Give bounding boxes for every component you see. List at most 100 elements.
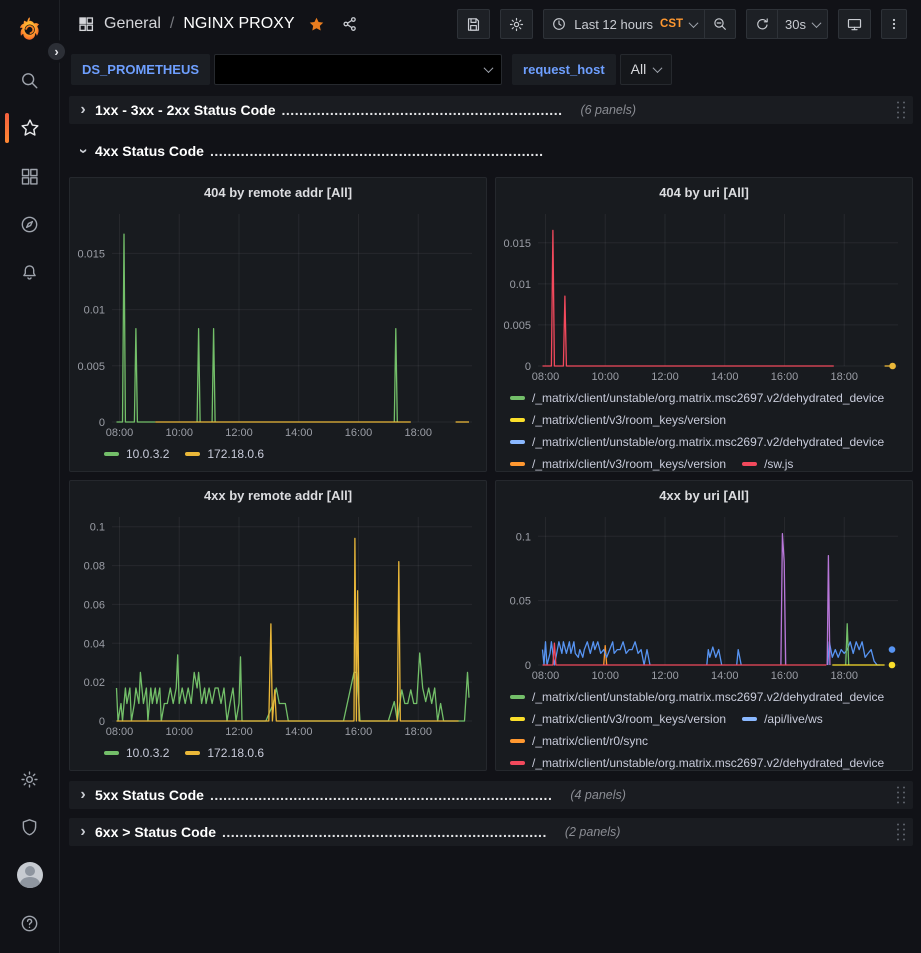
sidebar-item-explore[interactable] [0,200,59,248]
shield-icon [19,817,40,838]
refresh-button[interactable] [746,9,778,39]
svg-text:0: 0 [525,361,531,373]
svg-text:0: 0 [99,716,105,728]
dashboard-settings-button[interactable] [500,9,533,39]
panel-chart: 08:0010:0012:0014:0016:0018:0000.020.040… [70,509,486,740]
dashboard-body: › 1xx - 3xx - 2xx Status Code ..........… [61,96,921,953]
panel-legend: /_matrix/client/unstable/org.matrix.msc2… [496,385,912,471]
timeseries-chart[interactable]: 08:0010:0012:0014:0016:0018:0000.050.1 [496,509,912,684]
breadcrumb: General / NGINX PROXY [77,15,359,34]
svg-text:14:00: 14:00 [285,427,313,439]
more-options-button[interactable] [881,9,907,39]
legend-item[interactable]: 172.18.0.6 [185,742,264,764]
panel-4xx-by-uri: 4xx by uri [All] 08:0010:0012:0014:0016:… [495,480,913,771]
sidebar-item-alerting[interactable] [0,248,59,296]
row-dots: ........................................… [222,824,547,840]
row-6xx[interactable]: › 6xx > Status Code ....................… [69,818,913,846]
svg-text:0.005: 0.005 [503,320,531,332]
panel-chart: 08:0010:0012:0014:0016:0018:0000.0050.01… [496,206,912,385]
row-1xx-3xx-2xx[interactable]: › 1xx - 3xx - 2xx Status Code ..........… [69,96,913,124]
panel-title[interactable]: 404 by remote addr [All] [70,178,486,206]
svg-text:0: 0 [525,660,531,672]
refresh-interval-label: 30s [785,17,806,32]
row-drag-handle[interactable] [895,100,907,120]
sidebar-item-dashboards[interactable] [0,152,59,200]
sidebar-bottom [0,755,59,953]
svg-text:18:00: 18:00 [404,427,432,439]
sidebar-item-search[interactable] [0,56,59,104]
variable-value-text: All [631,61,647,77]
monitor-icon [846,16,863,33]
panel-legend: 10.0.3.2 172.18.0.6 [70,441,486,471]
dashboard-submenu: DS_PROMETHEUS request_host All [61,52,921,86]
row-drag-handle[interactable] [895,822,907,842]
legend-item[interactable]: 10.0.3.2 [104,742,169,764]
svg-text:0.005: 0.005 [77,361,105,373]
legend-item[interactable]: /_matrix/client/v3/room_keys/version [510,453,726,471]
sidebar-item-configuration[interactable] [0,755,59,803]
sidebar-item-help[interactable] [0,899,59,947]
refresh-interval-picker[interactable]: 30s [777,9,828,39]
legend-item[interactable]: /_matrix/client/unstable/org.matrix.msc2… [510,431,884,453]
legend-item[interactable]: /_matrix/client/r0/sync [510,730,648,752]
panel-404-by-remote-addr: 404 by remote addr [All] 08:0010:0012:00… [69,177,487,472]
timeseries-chart[interactable]: 08:0010:0012:0014:0016:0018:0000.020.040… [70,509,486,740]
svg-text:14:00: 14:00 [285,726,313,738]
star-icon [19,117,41,139]
svg-text:12:00: 12:00 [651,670,679,682]
timeseries-chart[interactable]: 08:0010:0012:0014:0016:0018:0000.0050.01… [496,206,912,385]
row-dots: ........................................… [210,143,544,159]
legend-item[interactable]: 172.18.0.6 [185,443,264,465]
variable-label-request-host[interactable]: request_host [512,54,616,85]
legend-item[interactable]: /_matrix/client/unstable/org.matrix.msc2… [510,752,884,770]
timeseries-chart[interactable]: 08:0010:0012:0014:0016:0018:0000.0050.01… [70,206,486,441]
grafana-app: › General / NGINX PROXY Last 12 hours CS… [0,0,921,953]
page-title: NGINX PROXY [183,15,294,33]
bell-icon [19,262,40,283]
legend-item[interactable]: /_matrix/client/unstable/org.matrix.msc2… [510,387,884,409]
variable-value-ds-prometheus[interactable] [214,54,502,85]
chevron-right-icon: › [75,823,91,841]
panel-404-by-uri: 404 by uri [All] 08:0010:0012:0014:0016:… [495,177,913,472]
legend-item[interactable]: /_matrix/client/v3/room_keys/version [510,708,726,730]
chevron-right-icon: › [75,101,91,119]
legend-item[interactable]: /api/live/ws [742,708,823,730]
sidebar-expand-button[interactable]: › [45,40,68,63]
panel-title[interactable]: 4xx by uri [All] [496,481,912,509]
variable-label-ds-prometheus[interactable]: DS_PROMETHEUS [71,54,210,85]
clock-icon [551,16,567,32]
sidebar-item-profile[interactable] [0,851,59,899]
row-dots: ........................................… [282,102,563,118]
dashboard-grid-icon [77,15,95,33]
favorite-star-icon[interactable] [307,15,326,34]
variable-value-request-host[interactable]: All [620,54,673,85]
row-4xx[interactable]: › 4xx Status Code ......................… [69,137,913,165]
svg-text:16:00: 16:00 [771,371,799,383]
panel-legend: /_matrix/client/unstable/org.matrix.msc2… [496,684,912,770]
svg-text:10:00: 10:00 [165,427,193,439]
legend-item[interactable]: /_matrix/client/unstable/org.matrix.msc2… [510,686,884,708]
svg-text:0.01: 0.01 [510,279,531,291]
row-drag-handle[interactable] [895,785,907,805]
row-5xx[interactable]: › 5xx Status Code ......................… [69,781,913,809]
legend-item[interactable]: /sw.js [742,453,793,471]
panel-title[interactable]: 4xx by remote addr [All] [70,481,486,509]
sidebar-item-server-admin[interactable] [0,803,59,851]
time-range-picker[interactable]: Last 12 hours CST [543,9,705,39]
sidebar-item-starred[interactable] [0,104,59,152]
panel-title[interactable]: 404 by uri [All] [496,178,912,206]
save-dashboard-button[interactable] [457,9,490,39]
panel-chart: 08:0010:0012:0014:0016:0018:0000.0050.01… [70,206,486,441]
svg-text:16:00: 16:00 [771,670,799,682]
row-panel-count: (6 panels) [580,103,636,117]
legend-item[interactable]: /_matrix/client/v3/room_keys/version [510,409,726,431]
tv-mode-button[interactable] [838,9,871,39]
panel-grid: 404 by remote addr [All] 08:0010:0012:00… [69,177,913,771]
zoom-out-time-button[interactable] [704,9,736,39]
breadcrumb-section[interactable]: General [104,15,161,33]
row-title: 5xx Status Code [95,787,204,803]
svg-text:0.08: 0.08 [84,561,105,573]
share-icon[interactable] [341,15,359,33]
svg-text:0.06: 0.06 [84,599,105,611]
legend-item[interactable]: 10.0.3.2 [104,443,169,465]
